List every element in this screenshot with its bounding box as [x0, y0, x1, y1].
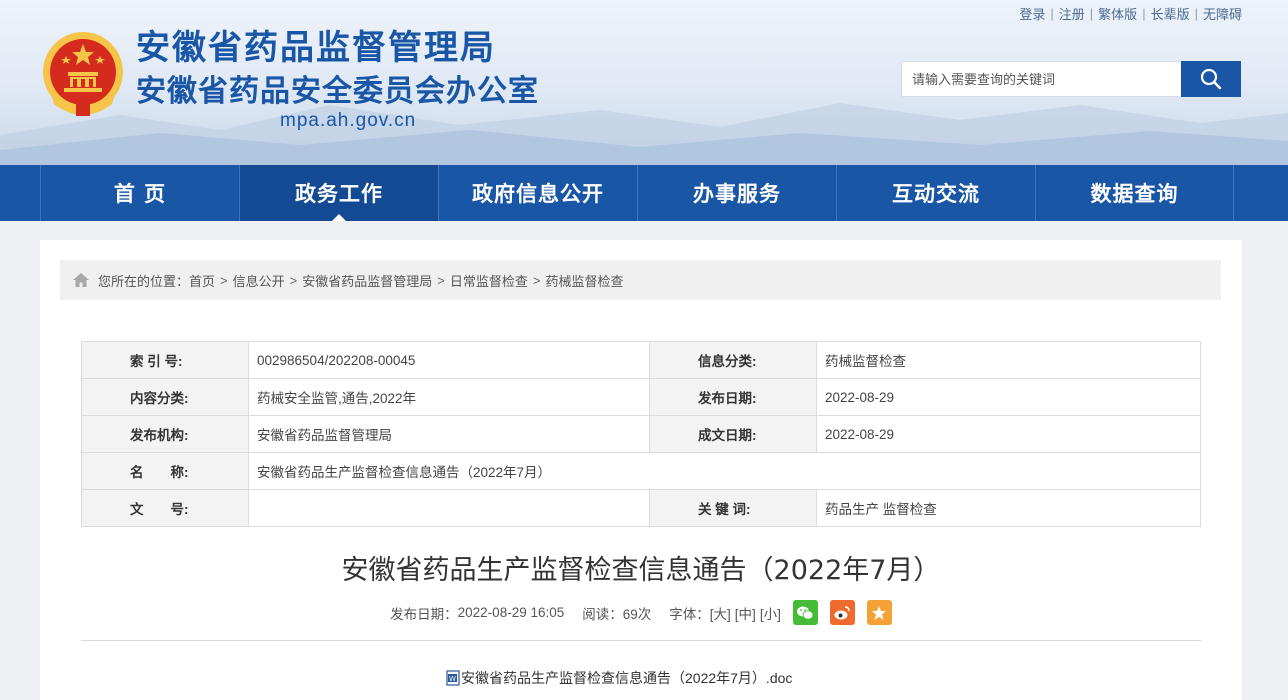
table-row: 名 称: 安徽省药品生产监督检查信息通告（2022年7月） [81, 452, 1201, 490]
info-category-label: 信息分类: [649, 341, 817, 379]
article-info-bar: 发布日期： 2022-08-29 16:05 阅读： 69次 字体： [大] [… [40, 600, 1242, 625]
accessibility-link[interactable]: 无障碍 [1203, 4, 1242, 23]
breadcrumb-item-daily-inspection[interactable]: 日常监督检查 [450, 271, 528, 290]
breadcrumb-separator: > [289, 272, 298, 288]
content-panel: 您所在的位置： 首页 > 信息公开 > 安徽省药品监督管理局 > 日常监督检查 … [40, 240, 1242, 700]
site-title: 安徽省药品监督管理局 [136, 28, 496, 68]
breadcrumb-item-info[interactable]: 信息公开 [233, 271, 285, 290]
nav-services[interactable]: 办事服务 [637, 165, 836, 221]
written-date-value: 2022-08-29 [816, 415, 1201, 453]
views-count: 69次 [622, 606, 652, 622]
search-bar [901, 61, 1241, 97]
font-size-large[interactable]: [大] [710, 603, 731, 623]
content-category-label: 内容分类: [81, 378, 249, 416]
breadcrumb-separator: > [437, 272, 445, 288]
nav-home[interactable]: 首 页 [40, 165, 239, 221]
publish-datetime: 2022-08-29 16:05 [457, 605, 565, 620]
site-header: 安徽省药品监督管理局 安徽省药品安全委员会办公室 mpa.ah.gov.cn 登… [0, 0, 1288, 165]
breadcrumb-item-device-inspection[interactable]: 药械监督检查 [545, 271, 623, 290]
register-link[interactable]: 注册 [1059, 4, 1085, 23]
wechat-icon [797, 606, 814, 620]
doc-number-label: 文 号: [81, 489, 249, 527]
publisher-value: 安徽省药品监督管理局 [248, 415, 650, 453]
content-category-value: 药械安全监管,通告,2022年 [248, 378, 650, 416]
font-size-small[interactable]: [小] [760, 603, 781, 623]
publisher-label: 发布机构: [81, 415, 249, 453]
home-icon [73, 273, 89, 287]
doc-number-value [248, 489, 650, 527]
font-size-medium[interactable]: [中] [735, 603, 756, 623]
breadcrumb-prefix: 您所在的位置： [98, 273, 190, 289]
divider: | [1194, 6, 1198, 21]
nav-info-disclosure[interactable]: 政府信息公开 [438, 165, 637, 221]
breadcrumb-item-bureau[interactable]: 安徽省药品监督管理局 [302, 271, 432, 290]
login-link[interactable]: 登录 [1019, 4, 1045, 23]
table-row: 发布机构: 安徽省药品监督管理局 成文日期: 2022-08-29 [81, 415, 1201, 453]
top-links: 登录 | 注册 | 繁体版 | 长辈版 | 无障碍 [1019, 4, 1242, 23]
index-value: 002986504/202208-00045 [248, 341, 650, 379]
share-wechat-button[interactable] [792, 600, 818, 625]
divider: | [1142, 6, 1146, 21]
table-row: 内容分类: 药械安全监管,通告,2022年 发布日期: 2022-08-29 [81, 378, 1201, 416]
traditional-chinese-link[interactable]: 繁体版 [1098, 4, 1137, 23]
breadcrumb-item-home[interactable]: 首页 [189, 271, 215, 290]
elder-version-link[interactable]: 长辈版 [1151, 4, 1190, 23]
doc-file-icon: W [446, 670, 460, 686]
publish-label: 发布日期： [390, 606, 458, 622]
svg-text:W: W [449, 675, 456, 683]
search-button[interactable] [1181, 61, 1241, 97]
info-category-value: 药械监督检查 [816, 341, 1201, 379]
divider: | [1089, 6, 1094, 21]
divider [81, 640, 1201, 641]
nav-data-query[interactable]: 数据查询 [1035, 165, 1234, 221]
index-label: 索 引 号: [81, 341, 249, 379]
nav-government-work[interactable]: 政务工作 [239, 165, 438, 221]
nav-interaction[interactable]: 互动交流 [836, 165, 1035, 221]
article-title: 安徽省药品生产监督检查信息通告（2022年7月） [341, 555, 941, 586]
table-row: 文 号: 关 键 词: 药品生产 监督检查 [81, 489, 1201, 527]
breadcrumb: 您所在的位置： 首页 > 信息公开 > 安徽省药品监督管理局 > 日常监督检查 … [60, 260, 1221, 300]
written-date-label: 成文日期: [649, 415, 817, 453]
breadcrumb-separator: > [532, 272, 541, 288]
publish-date-value: 2022-08-29 [816, 378, 1201, 416]
breadcrumb-separator: > [220, 272, 228, 288]
national-emblem-logo [43, 32, 123, 116]
divider: | [1050, 6, 1054, 21]
site-domain: mpa.ah.gov.cn [280, 110, 417, 131]
keywords-value: 药品生产 监督检查 [816, 489, 1201, 527]
favorite-icon [872, 605, 887, 620]
keywords-label: 关 键 词: [649, 489, 817, 527]
name-label: 名 称: [81, 452, 249, 490]
views-label: 阅读： [582, 606, 623, 622]
search-icon [1200, 68, 1222, 90]
metadata-table: 索 引 号: 002986504/202208-00045 信息分类: 药械监督… [81, 341, 1201, 527]
attachment-link[interactable]: W 安徽省药品生产监督检查信息通告（2022年7月）.doc [445, 668, 792, 688]
share-weibo-button[interactable] [829, 600, 855, 625]
main-nav: 首 页 政务工作 政府信息公开 办事服务 互动交流 数据查询 [0, 165, 1288, 221]
weibo-icon [834, 605, 851, 619]
publish-date-label: 发布日期: [649, 378, 817, 416]
table-row: 索 引 号: 002986504/202208-00045 信息分类: 药械监督… [81, 341, 1201, 379]
site-subtitle: 安徽省药品安全委员会办公室 [136, 74, 539, 109]
attachment-filename: 安徽省药品生产监督检查信息通告（2022年7月）.doc [461, 670, 793, 686]
add-favorite-button[interactable] [866, 600, 892, 625]
name-value: 安徽省药品生产监督检查信息通告（2022年7月） [248, 452, 1201, 490]
font-size-label: 字体： [669, 606, 710, 622]
search-input[interactable] [901, 61, 1181, 97]
